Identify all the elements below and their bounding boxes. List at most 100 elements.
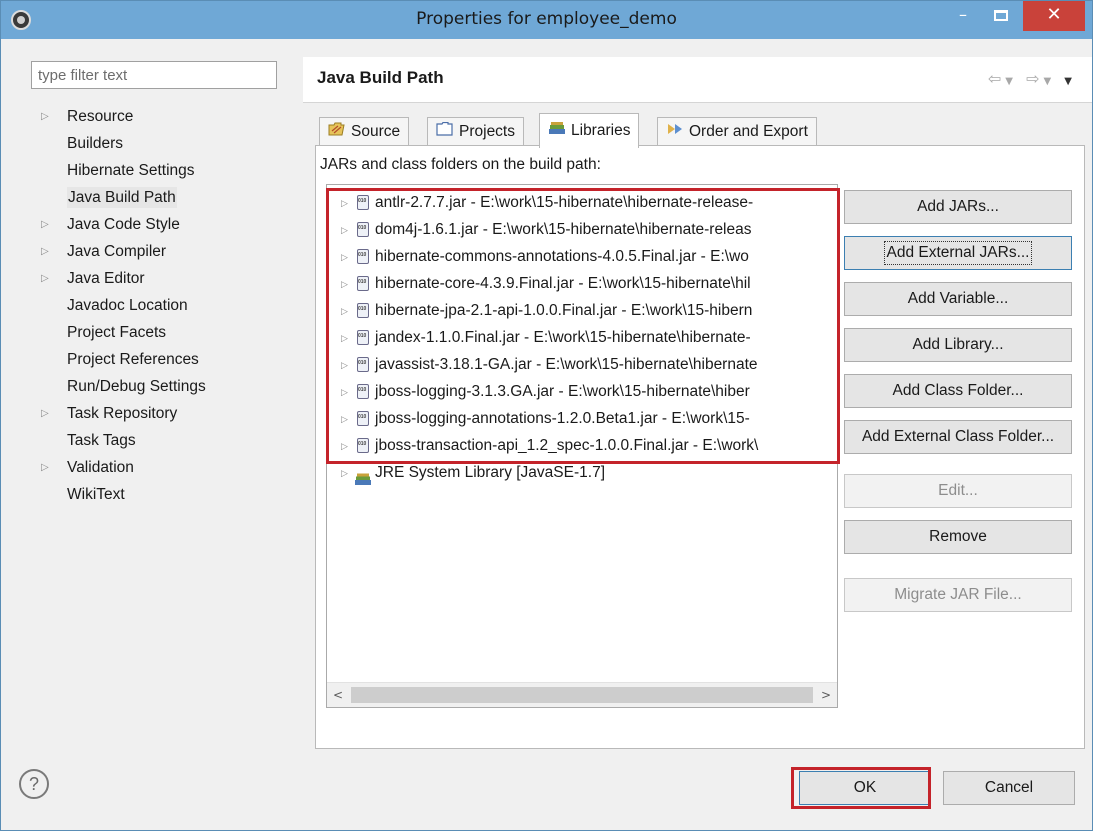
jar-entry-label: jboss-transaction-api_1.2_spec-1.0.0.Fin… <box>375 437 759 454</box>
expand-arrow-icon[interactable]: ▷ <box>341 325 348 352</box>
jar-entry-row[interactable]: ▷ jboss-transaction-api_1.2_spec-1.0.0.Fi… <box>327 432 837 459</box>
forward-arrow-icon[interactable]: ⇨ <box>1026 69 1043 88</box>
jar-entry-row[interactable]: ▷ dom4j-1.6.1.jar - E:\work\15-hibernate\… <box>327 216 837 243</box>
jar-file-icon <box>357 438 369 453</box>
tree-item-label: Project References <box>67 351 199 368</box>
jar-file-icon <box>357 411 369 426</box>
expand-arrow-icon[interactable]: ▷ <box>41 265 49 292</box>
tree-item[interactable]: ▷ Java Compiler <box>37 238 277 265</box>
expand-arrow-icon[interactable]: ▷ <box>341 352 348 379</box>
add-external-class-folder-button[interactable]: Add External Class Folder... <box>844 420 1072 454</box>
expand-arrow-icon[interactable]: ▷ <box>341 406 348 433</box>
edit-button[interactable]: Edit... <box>844 474 1072 508</box>
tree-item-label: Java Code Style <box>67 216 180 233</box>
jar-entry-row[interactable]: ▷ hibernate-jpa-2.1-api-1.0.0.Final.jar -… <box>327 297 837 324</box>
scroll-right-icon[interactable]: > <box>815 683 837 707</box>
properties-dialog: Properties for employee_demo – ✕ ▷ Resour… <box>0 0 1093 831</box>
add-external-jars-label: Add External JARs... <box>884 241 1032 265</box>
expand-arrow-icon[interactable]: ▷ <box>41 211 49 238</box>
remove-button[interactable]: Remove <box>844 520 1072 554</box>
jar-entry-row[interactable]: ▷ javassist-3.18.1-GA.jar - E:\work\15-hi… <box>327 351 837 378</box>
jar-file-icon <box>357 276 369 291</box>
tree-item[interactable]: Run/Debug Settings <box>37 373 277 400</box>
jre-library-label: JRE System Library [JavaSE-1.7] <box>375 464 605 481</box>
close-button[interactable]: ✕ <box>1023 1 1085 31</box>
tree-item[interactable]: Project Facets <box>37 319 277 346</box>
tab-libraries-label: Libraries <box>571 122 631 140</box>
back-arrow-icon[interactable]: ⇦ <box>988 69 1005 88</box>
window-title: Properties for employee_demo <box>416 9 677 29</box>
scrollbar-thumb[interactable] <box>351 687 813 703</box>
expand-arrow-icon[interactable]: ▷ <box>341 433 348 460</box>
ok-button[interactable]: OK <box>799 771 931 805</box>
jar-entry-row[interactable]: ▷ hibernate-commons-annotations-4.0.5.Fin… <box>327 243 837 270</box>
tab-order-export[interactable]: Order and Export <box>657 117 817 147</box>
build-path-list[interactable]: ▷ antlr-2.7.7.jar - E:\work\15-hibernate\… <box>326 184 838 708</box>
cancel-button[interactable]: Cancel <box>943 771 1075 805</box>
minimize-button[interactable]: – <box>945 1 981 31</box>
tree-item-label: Task Repository <box>67 405 178 422</box>
expand-arrow-icon[interactable]: ▷ <box>341 271 348 298</box>
tab-projects[interactable]: Projects <box>427 117 524 147</box>
tab-libraries[interactable]: Libraries <box>539 113 640 148</box>
title-bar[interactable]: Properties for employee_demo – ✕ <box>1 1 1092 39</box>
tree-item-label: Builders <box>67 135 123 152</box>
back-menu-icon[interactable]: ▼ <box>1005 76 1017 87</box>
history-nav: ⇦▼ ⇨▼ ▼ <box>988 69 1076 88</box>
jar-file-icon <box>357 330 369 345</box>
tab-source[interactable]: Source <box>319 117 410 147</box>
help-icon[interactable]: ? <box>19 769 49 799</box>
expand-arrow-icon[interactable]: ▷ <box>341 244 348 271</box>
jar-entry-row[interactable]: ▷ jboss-logging-annotations-1.2.0.Beta1.j… <box>327 405 837 432</box>
jar-entry-row[interactable]: ▷ jandex-1.1.0.Final.jar - E:\work\15-hib… <box>327 324 837 351</box>
pane-sash[interactable] <box>293 57 297 757</box>
tree-item[interactable]: Java Build Path <box>37 184 277 211</box>
tree-item-label: Run/Debug Settings <box>67 378 206 395</box>
tree-item[interactable]: ▷ Task Repository <box>37 400 277 427</box>
tree-item[interactable]: Project References <box>37 346 277 373</box>
tree-item[interactable]: ▷ Java Editor <box>37 265 277 292</box>
tree-item[interactable]: Task Tags <box>37 427 277 454</box>
expand-arrow-icon[interactable]: ▷ <box>41 400 49 427</box>
preference-tree: ▷ Resource Builders Hibernate Settings Java … <box>37 103 277 508</box>
expand-arrow-icon[interactable]: ▷ <box>41 238 49 265</box>
maximize-button[interactable] <box>983 1 1019 31</box>
add-class-folder-button[interactable]: Add Class Folder... <box>844 374 1072 408</box>
expand-arrow-icon[interactable]: ▷ <box>341 217 348 244</box>
jar-file-icon <box>357 195 369 210</box>
tree-item[interactable]: ▷ Resource <box>37 103 277 130</box>
jar-entry-label: jboss-logging-3.1.3.GA.jar - E:\work\15-… <box>375 383 750 400</box>
horizontal-scrollbar[interactable]: < > <box>327 682 837 707</box>
jre-library-row[interactable]: ▷ JRE System Library [JavaSE-1.7] <box>327 459 837 486</box>
jar-entry-row[interactable]: ▷ hibernate-core-4.3.9.Final.jar - E:\wor… <box>327 270 837 297</box>
tree-item[interactable]: Hibernate Settings <box>37 157 277 184</box>
migrate-jar-button[interactable]: Migrate JAR File... <box>844 578 1072 612</box>
jar-entry-label: hibernate-commons-annotations-4.0.5.Fina… <box>375 248 749 265</box>
libraries-tab-body: JARs and class folders on the build path… <box>315 145 1085 749</box>
expand-arrow-icon[interactable]: ▷ <box>41 454 49 481</box>
view-menu-icon[interactable]: ▼ <box>1064 76 1076 87</box>
jar-entry-label: antlr-2.7.7.jar - E:\work\15-hibernate\h… <box>375 194 754 211</box>
filter-input[interactable] <box>31 61 277 89</box>
tree-item[interactable]: ▷ Validation <box>37 454 277 481</box>
add-external-jars-button[interactable]: Add External JARs... <box>844 236 1072 270</box>
tree-item[interactable]: ▷ Java Code Style <box>37 211 277 238</box>
add-library-button[interactable]: Add Library... <box>844 328 1072 362</box>
tree-item[interactable]: WikiText <box>37 481 277 508</box>
expand-arrow-icon[interactable]: ▷ <box>341 379 348 406</box>
tree-item[interactable]: Javadoc Location <box>37 292 277 319</box>
add-variable-button[interactable]: Add Variable... <box>844 282 1072 316</box>
scroll-left-icon[interactable]: < <box>327 683 349 707</box>
jar-entry-label: javassist-3.18.1-GA.jar - E:\work\15-hib… <box>375 356 758 373</box>
add-jars-button[interactable]: Add JARs... <box>844 190 1072 224</box>
jar-entry-row[interactable]: ▷ antlr-2.7.7.jar - E:\work\15-hibernate\… <box>327 189 837 216</box>
tree-item[interactable]: Builders <box>37 130 277 157</box>
expand-arrow-icon[interactable]: ▷ <box>41 103 49 130</box>
maximize-icon <box>994 10 1008 21</box>
jar-entry-row[interactable]: ▷ jboss-logging-3.1.3.GA.jar - E:\work\15… <box>327 378 837 405</box>
build-path-list-label: JARs and class folders on the build path… <box>320 156 601 173</box>
forward-menu-icon[interactable]: ▼ <box>1044 76 1056 87</box>
expand-arrow-icon[interactable]: ▷ <box>341 460 348 487</box>
expand-arrow-icon[interactable]: ▷ <box>341 190 348 217</box>
expand-arrow-icon[interactable]: ▷ <box>341 298 348 325</box>
